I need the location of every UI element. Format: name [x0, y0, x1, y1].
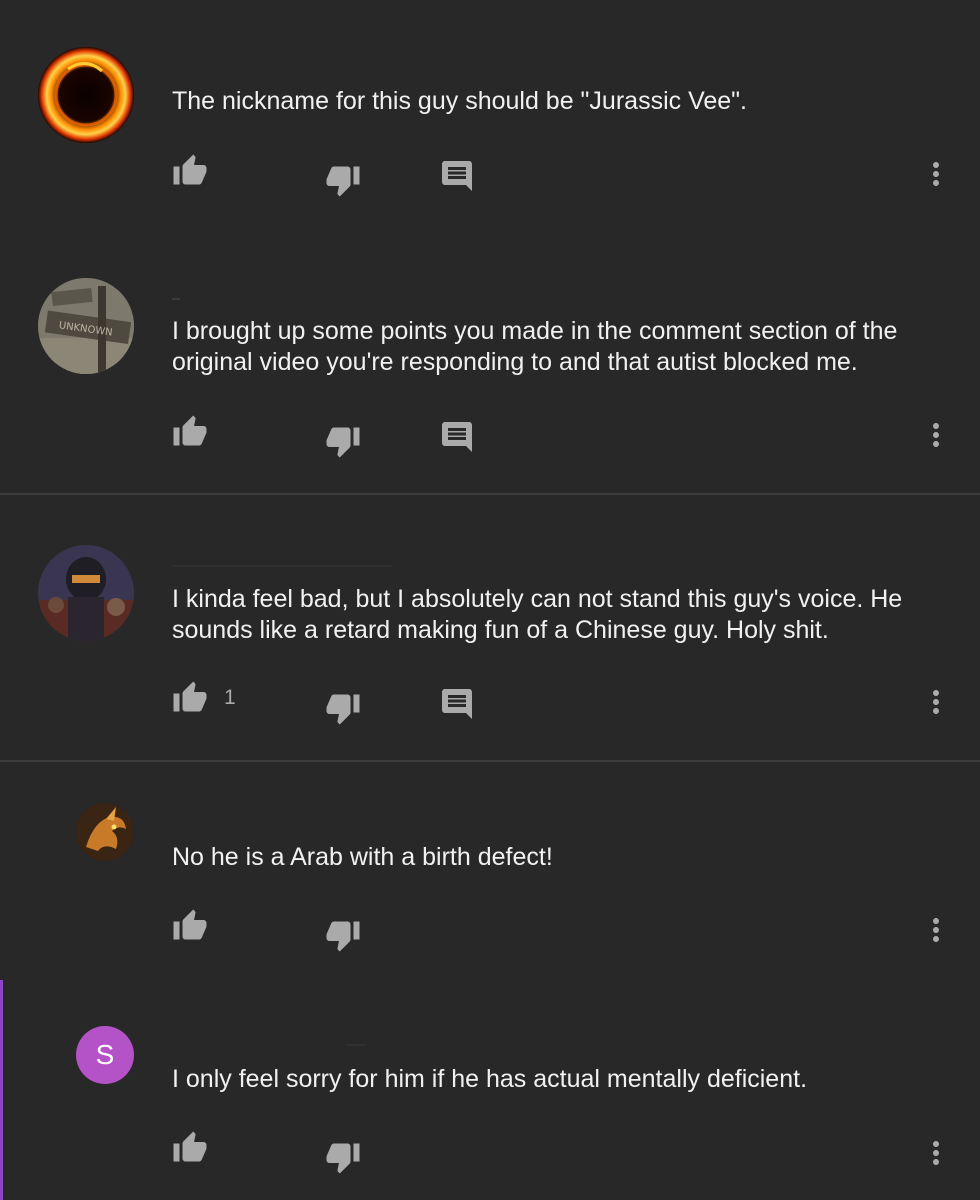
- author-name-faded: [346, 1044, 366, 1046]
- reply-comment-2-highlighted: S I only feel sorry for him if he has ac…: [0, 0, 980, 1200]
- comment-text: I only feel sorry for him if he has actu…: [172, 1065, 808, 1093]
- avatar[interactable]: S: [76, 1026, 134, 1084]
- dislike-button[interactable]: [325, 1139, 361, 1175]
- avatar-letter: S: [95, 1039, 115, 1070]
- more-vert-icon: [918, 1135, 954, 1171]
- thumbs-up-icon: [172, 1130, 208, 1166]
- thumbs-down-icon: [325, 1139, 361, 1175]
- like-button[interactable]: [172, 1130, 208, 1166]
- more-options-button[interactable]: [918, 1135, 954, 1171]
